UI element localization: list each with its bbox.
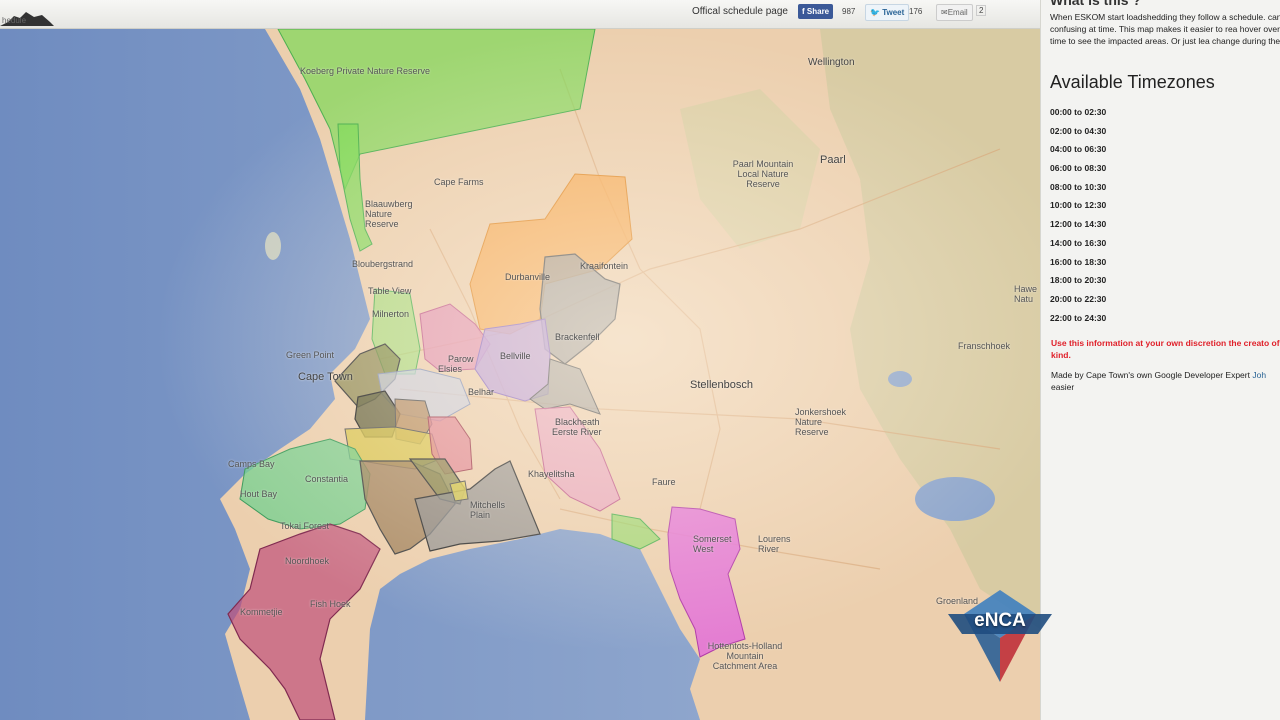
label-khayelitsha: Khayelitsha	[528, 469, 575, 479]
label-hottentots-holland: Hottentots-Holland Mountain Catchment Ar…	[707, 641, 783, 671]
timezone-item[interactable]: 10:00 to 12:30	[1050, 199, 1106, 218]
label-cape-town: Cape Town	[298, 371, 353, 383]
site-logo[interactable]: hedule	[0, 0, 54, 28]
label-durbanville: Durbanville	[505, 272, 551, 282]
label-green-point: Green Point	[286, 350, 335, 360]
map-canvas	[0, 29, 1040, 720]
label-paarl: Paarl	[820, 154, 846, 166]
label-parow: Parow	[448, 354, 474, 364]
facebook-share-count: 987	[842, 7, 856, 16]
label-jonkershoek: Jonkershoek Nature Reserve	[795, 407, 847, 437]
official-schedule-link[interactable]: Offical schedule page	[692, 6, 788, 17]
made-by-prefix: Made by Cape Town's own Google Developer…	[1051, 370, 1250, 380]
label-noordhoek: Noordhoek	[285, 556, 330, 566]
tweet-button[interactable]: 🐦 Tweet	[865, 4, 910, 21]
tweet-count: 176	[909, 7, 923, 16]
screen-glare	[0, 29, 1040, 720]
label-fish-hoek: Fish Hoek	[310, 599, 351, 609]
label-faure: Faure	[652, 477, 676, 487]
made-by-text: Made by Cape Town's own Google Developer…	[1051, 369, 1280, 393]
label-somerset-west: Somerset West	[693, 534, 732, 554]
label-kraaifontein: Kraaifontein	[580, 261, 629, 271]
sidebar: What is this ? When ESKOM start loadshed…	[1040, 0, 1280, 720]
made-by-suffix: easier	[1051, 382, 1075, 392]
label-elsies: Elsies	[438, 364, 463, 374]
timezone-item[interactable]: 14:00 to 16:30	[1050, 237, 1106, 256]
author-link[interactable]: Joh	[1252, 370, 1266, 380]
logo-text: hedule	[2, 16, 27, 25]
label-wellington: Wellington	[808, 57, 855, 68]
label-cape-farms: Cape Farms	[434, 177, 484, 187]
label-constantia: Constantia	[305, 474, 349, 484]
timezone-item[interactable]: 06:00 to 08:30	[1050, 162, 1106, 181]
timezones-title: Available Timezones	[1050, 72, 1215, 92]
email-button[interactable]: ✉Email	[936, 4, 973, 21]
twitter-bird-icon: 🐦	[870, 8, 880, 17]
intro-text: When ESKOM start loadshedding they follo…	[1050, 12, 1280, 46]
label-table-view: Table View	[368, 286, 412, 296]
label-franschhoek: Franschhoek	[958, 341, 1011, 351]
enca-watermark: eNCA	[948, 588, 1052, 684]
label-stellenbosch: Stellenbosch	[690, 379, 753, 391]
page: hedule Offical schedule page f Share 987…	[0, 0, 1280, 720]
label-brackenfell: Brackenfell	[555, 332, 600, 342]
timezone-item[interactable]: 00:00 to 02:30	[1050, 106, 1106, 125]
label-lourens-river: Lourens River	[758, 534, 791, 554]
timezone-item[interactable]: 22:00 to 24:30	[1050, 312, 1106, 331]
timezone-item[interactable]: 08:00 to 10:30	[1050, 181, 1106, 200]
loadshedding-map[interactable]: Koeberg Private Nature Reserve Wellingto…	[0, 29, 1040, 720]
enca-diamond-logo-icon	[948, 590, 1052, 682]
label-milnerton: Milnerton	[372, 309, 410, 319]
timezone-item[interactable]: 16:00 to 18:30	[1050, 256, 1106, 275]
label-tokai: Tokai Forest	[280, 521, 330, 531]
email-count: 2	[976, 5, 987, 16]
timezone-list: 00:00 to 02:30 02:00 to 04:30 04:00 to 0…	[1050, 106, 1106, 330]
timezone-item[interactable]: 02:00 to 04:30	[1050, 125, 1106, 144]
facebook-share-button[interactable]: f Share	[798, 4, 834, 19]
label-bellville: Bellville	[500, 351, 531, 361]
label-blackheath: Blackheath	[555, 417, 600, 427]
label-camps-bay: Camps Bay	[228, 459, 275, 469]
label-belhar: Belhar	[468, 387, 495, 397]
label-bloubergstrand: Bloubergstrand	[352, 259, 414, 269]
label-hawequa: Hawe Natu	[1014, 284, 1038, 304]
label-blaauwberg: Blaauwberg Nature Reserve	[365, 199, 413, 229]
timezone-item[interactable]: 18:00 to 20:30	[1050, 274, 1106, 293]
label-hout-bay: Hout Bay	[240, 489, 278, 499]
label-eerste-river: Eerste River	[552, 427, 602, 437]
timezone-item[interactable]: 04:00 to 06:30	[1050, 143, 1106, 162]
timezone-item[interactable]: 12:00 to 14:30	[1050, 218, 1106, 237]
label-koeberg: Koeberg Private Nature Reserve	[300, 66, 431, 76]
disclaimer-warning: Use this information at your own discret…	[1051, 338, 1280, 360]
top-bar: hedule Offical schedule page f Share 987…	[0, 0, 1040, 29]
what-is-this-heading: What is this ?	[1050, 0, 1141, 8]
label-paarl-mountain: Paarl Mountain Local Nature Reserve	[732, 159, 794, 189]
label-kommetjie: Kommetjie	[240, 607, 283, 617]
timezone-item[interactable]: 20:00 to 22:30	[1050, 293, 1106, 312]
envelope-icon: ✉	[941, 8, 948, 17]
label-mitchells-plain: Mitchells Plain	[470, 500, 506, 520]
enca-watermark-text: eNCA	[974, 610, 1026, 631]
